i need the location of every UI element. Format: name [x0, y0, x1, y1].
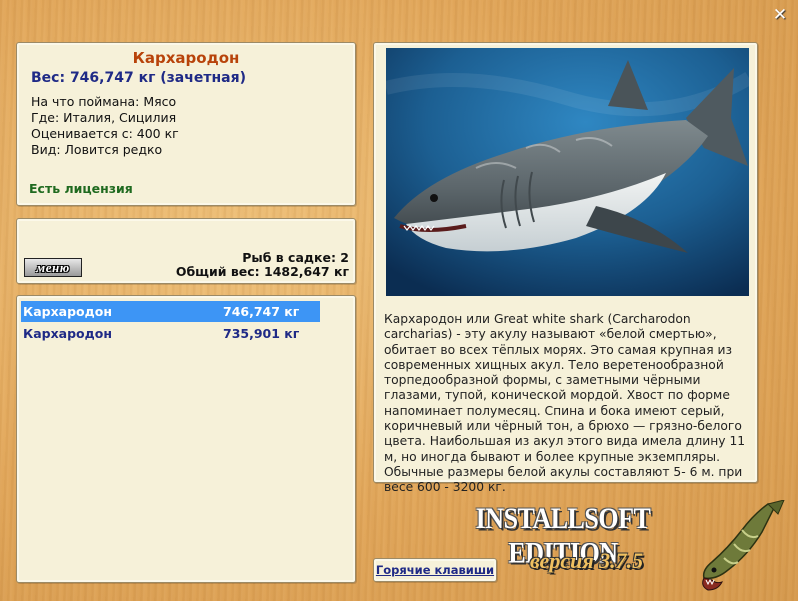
fish-title: Кархародон	[132, 49, 240, 67]
list-item[interactable]: Кархародон 735,901 кг	[21, 323, 320, 344]
list-item[interactable]: Кархародон 746,747 кг	[21, 301, 320, 322]
list-item-weight: 746,747 кг	[223, 304, 300, 319]
fish-description: Кархародон или Great white shark (Carcha…	[384, 312, 746, 495]
fish-details-panel: Кархародон или Great white shark (Carcha…	[373, 42, 758, 494]
list-item-name: Кархародон	[23, 304, 112, 319]
total-weight: Общий вес: 1482,647 кг	[175, 264, 349, 279]
bait-info: На что поймана: Мясо	[31, 94, 177, 109]
list-item-name: Кархародон	[23, 326, 112, 341]
shark-photo	[386, 48, 749, 296]
license-status: Есть лицензия	[29, 181, 133, 196]
close-icon[interactable]: ✕	[771, 6, 789, 24]
rarity-info: Вид: Ловится редко	[31, 142, 163, 157]
fish-weight: Вес: 746,747 кг (зачетная)	[31, 70, 246, 86]
location-info: Где: Италия, Сицилия	[31, 110, 177, 125]
pike-logo-icon	[698, 499, 788, 592]
version-label: версия 3.7.5	[530, 548, 644, 573]
rating-info: Оценивается с: 400 кг	[31, 126, 179, 141]
fish-count: Рыб в садке: 2	[242, 250, 349, 265]
list-item-weight: 735,901 кг	[223, 326, 300, 341]
fish-info-panel: Кархародон Вес: 746,747 кг (зачетная) На…	[16, 42, 356, 206]
menu-button[interactable]: меню	[24, 258, 82, 277]
catch-list: Кархародон 746,747 кг Кархародон 735,901…	[16, 295, 356, 583]
keep-net-panel: меню Рыб в садке: 2 Общий вес: 1482,647 …	[16, 218, 356, 284]
